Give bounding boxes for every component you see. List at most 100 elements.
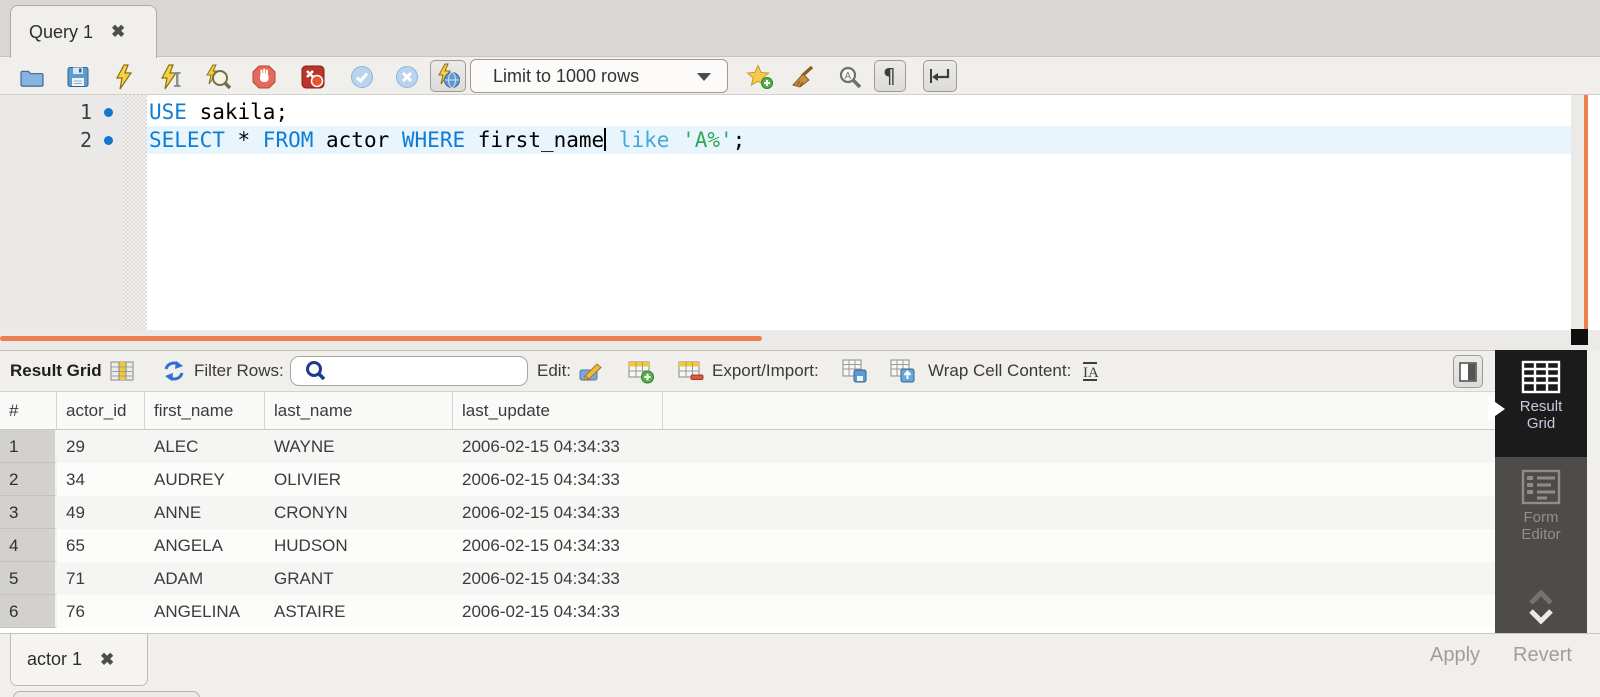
import-icon[interactable] <box>889 351 917 391</box>
result-grid-toolbar: Result Grid Filter Rows: Edit: Export/Im… <box>0 350 1495 392</box>
cell-last_update: 2006-02-15 04:34:33 <box>453 430 663 463</box>
open-script-icon[interactable] <box>18 63 45 90</box>
cell-last_name: HUDSON <box>265 529 453 562</box>
autocommit-icon[interactable] <box>430 60 466 92</box>
refresh-icon[interactable] <box>161 351 187 391</box>
stop-icon[interactable] <box>250 63 277 90</box>
wrap-cell-content-label: Wrap Cell Content: <box>928 361 1071 381</box>
result-grid-title: Result Grid <box>10 361 102 381</box>
sql-line-2[interactable]: SELECT * FROM actor WHERE first_name lik… <box>147 126 1571 154</box>
chevron-up-icon[interactable] <box>1526 589 1556 607</box>
chevron-down-icon[interactable] <box>1526 607 1556 625</box>
cell-first_name: ALEC <box>145 430 265 463</box>
sql-editor[interactable]: 12 USE sakila;SELECT * FROM actor WHERE … <box>0 95 1600 330</box>
cell-last_name: ASTAIRE <box>265 595 453 628</box>
chevron-down-icon <box>697 73 711 81</box>
cell-last_update: 2006-02-15 04:34:33 <box>453 562 663 595</box>
export-import-label: Export/Import: <box>712 361 819 381</box>
cell-last_update: 2006-02-15 04:34:33 <box>453 595 663 628</box>
row-number[interactable]: 5 <box>0 562 57 595</box>
cell-actor_id: 34 <box>57 463 145 496</box>
editor-horizontal-scrollbar[interactable] <box>0 336 762 341</box>
column-header-first_name[interactable]: first_name <box>145 392 265 430</box>
revert-button[interactable]: Revert <box>1513 644 1572 667</box>
result-grid[interactable]: #actor_idfirst_namelast_namelast_update … <box>0 392 1495 633</box>
row-number[interactable]: 1 <box>0 430 57 463</box>
table-row[interactable]: 465ANGELAHUDSON2006-02-15 04:34:33 <box>0 529 1495 562</box>
row-number[interactable]: 3 <box>0 496 57 529</box>
table-row[interactable]: 234AUDREYOLIVIER2006-02-15 04:34:33 <box>0 463 1495 496</box>
cell-first_name: AUDREY <box>145 463 265 496</box>
cell-first_name: ANGELINA <box>145 595 265 628</box>
statement-marker-icon <box>104 136 113 145</box>
editor-scroll-marker <box>1584 95 1588 330</box>
save-script-icon[interactable] <box>64 63 91 90</box>
close-icon[interactable]: ✖ <box>100 650 114 670</box>
execute-icon[interactable] <box>110 63 137 90</box>
row-number[interactable]: 4 <box>0 529 57 562</box>
form-editor-icon <box>1521 469 1561 505</box>
cell-first_name: ADAM <box>145 562 265 595</box>
cell-first_name: ANNE <box>145 496 265 529</box>
result-grid-header: #actor_idfirst_namelast_namelast_update <box>0 392 1495 430</box>
edit-label: Edit: <box>537 361 571 381</box>
filter-rows-label: Filter Rows: <box>194 361 284 381</box>
export-icon[interactable] <box>841 351 869 391</box>
cell-actor_id: 71 <box>57 562 145 595</box>
table-row[interactable]: 676ANGELINAASTAIRE2006-02-15 04:34:33 <box>0 595 1495 628</box>
cell-first_name: ANGELA <box>145 529 265 562</box>
cell-last_update: 2006-02-15 04:34:33 <box>453 496 663 529</box>
cell-last_update: 2006-02-15 04:34:33 <box>453 463 663 496</box>
row-number[interactable]: 6 <box>0 595 57 628</box>
apply-button[interactable]: Apply <box>1430 644 1480 667</box>
column-header-actor_id[interactable]: actor_id <box>57 392 145 430</box>
grid-icon <box>109 351 135 391</box>
commit-icon[interactable] <box>348 63 375 90</box>
invisibles-icon[interactable]: ¶ <box>874 60 906 92</box>
execute-current-icon[interactable] <box>157 63 184 90</box>
column-header-last_name[interactable]: last_name <box>265 392 453 430</box>
delete-row-icon[interactable] <box>677 351 705 391</box>
cell-actor_id: 29 <box>57 430 145 463</box>
result-grid-icon <box>1521 360 1561 394</box>
limit-rows-dropdown[interactable]: Limit to 1000 rows <box>470 59 728 93</box>
close-icon[interactable]: ✖ <box>111 22 125 42</box>
cell-last_update: 2006-02-15 04:34:33 <box>453 529 663 562</box>
cell-actor_id: 65 <box>57 529 145 562</box>
wrap-lines-icon[interactable] <box>923 60 957 92</box>
line-number: 2 <box>0 126 123 154</box>
panel-splitter[interactable] <box>0 330 1600 350</box>
row-number[interactable]: 2 <box>0 463 57 496</box>
sidebar-result-grid-label: Result Grid <box>1515 398 1567 432</box>
rollback-icon[interactable] <box>393 63 420 90</box>
wrap-content-icon[interactable]: IA <box>1080 351 1102 391</box>
active-panel-arrow <box>1488 397 1505 421</box>
svg-text:IA: IA <box>1083 365 1099 381</box>
filter-rows-input[interactable] <box>290 356 528 386</box>
edit-pencil-icon[interactable] <box>578 351 606 391</box>
sidebar-toggle-icon[interactable] <box>1453 355 1483 388</box>
next-panel-edge <box>13 691 200 697</box>
kill-query-icon[interactable] <box>299 63 326 90</box>
sql-line-1[interactable]: USE sakila; <box>147 98 1571 126</box>
sidebar-item-result-grid[interactable]: Result Grid <box>1495 350 1587 457</box>
add-row-icon[interactable] <box>627 351 655 391</box>
cell-last_name: CRONYN <box>265 496 453 529</box>
column-header-rownum[interactable]: # <box>0 392 57 430</box>
snippet-star-icon[interactable] <box>746 63 773 90</box>
cell-actor_id: 76 <box>57 595 145 628</box>
limit-rows-value: Limit to 1000 rows <box>493 66 639 87</box>
find-icon[interactable]: A <box>836 63 863 90</box>
tab-actor-1[interactable]: actor 1 ✖ <box>10 634 148 686</box>
svg-text:A: A <box>844 71 851 82</box>
table-row[interactable]: 349ANNECRONYN2006-02-15 04:34:33 <box>0 496 1495 529</box>
table-row[interactable]: 571ADAMGRANT2006-02-15 04:34:33 <box>0 562 1495 595</box>
explain-icon[interactable] <box>204 63 231 90</box>
table-row[interactable]: 129ALECWAYNE2006-02-15 04:34:33 <box>0 430 1495 463</box>
tab-query-1[interactable]: Query 1 ✖ <box>10 5 157 58</box>
sidebar-form-editor-label: Form Editor <box>1515 509 1567 543</box>
column-header-last_update[interactable]: last_update <box>453 392 663 430</box>
sql-code-area[interactable]: USE sakila;SELECT * FROM actor WHERE fir… <box>147 95 1571 330</box>
beautify-icon[interactable] <box>789 63 816 90</box>
svg-text:¶: ¶ <box>883 64 896 88</box>
